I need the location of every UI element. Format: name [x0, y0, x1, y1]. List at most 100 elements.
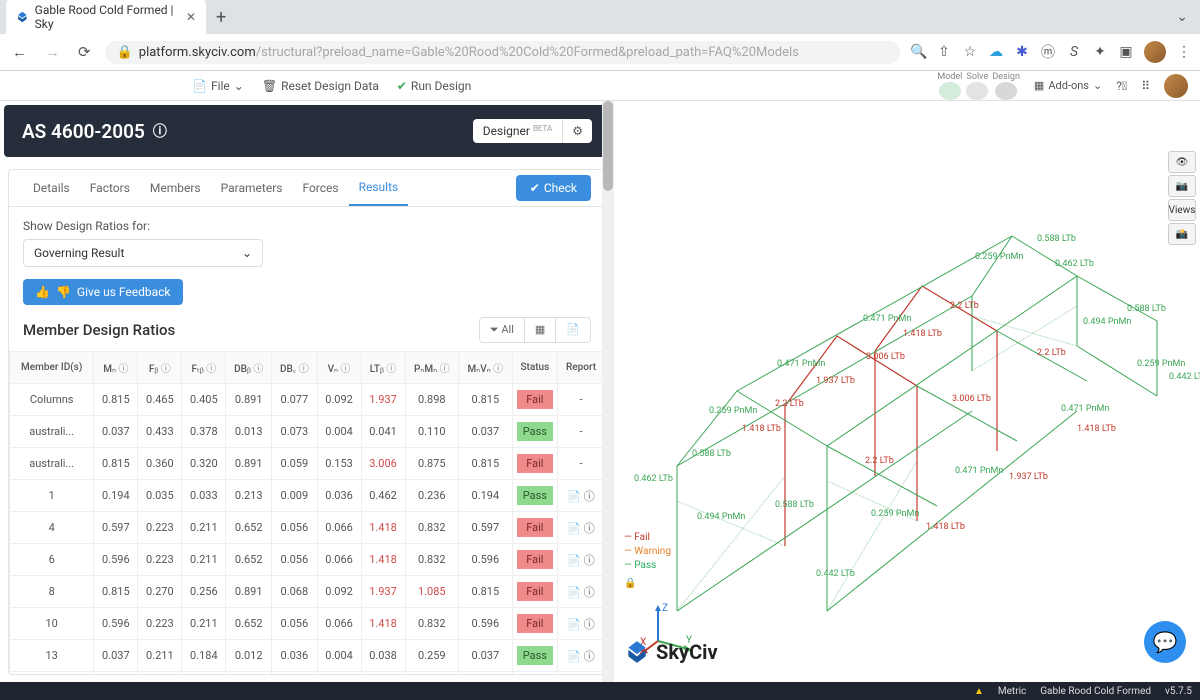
col-header[interactable]: Report [558, 352, 605, 384]
col-header[interactable]: DB꜀ ⓘ [272, 352, 317, 384]
member-ratio-label: 0.494 PnMn [1083, 317, 1131, 327]
tab-forces[interactable]: Forces [292, 171, 348, 205]
filter-all-button[interactable]: ⏷ All [479, 317, 525, 343]
col-header[interactable]: Fᵦ ⓘ [138, 352, 182, 384]
panel-icon[interactable]: ▣ [1118, 44, 1134, 60]
table-row[interactable]: 100.5960.2230.2110.6520.0560.0661.4180.8… [10, 608, 605, 640]
chevron-down-icon[interactable]: ⌄ [1176, 9, 1194, 25]
grid-view-button[interactable]: ▦ [525, 317, 556, 343]
mode-pill-design[interactable] [995, 82, 1017, 100]
mode-pill-solve[interactable] [966, 82, 988, 100]
user-avatar[interactable] [1164, 74, 1188, 98]
report-info-icon[interactable]: ⓘ [584, 490, 595, 503]
report-doc-icon[interactable]: 📄 [567, 522, 581, 535]
lock-icon[interactable]: 🔒 [624, 577, 671, 591]
col-header[interactable]: Vₙ ⓘ [317, 352, 361, 384]
file-menu[interactable]: 📄File ⌄ [192, 79, 244, 93]
designer-toggle[interactable]: Designer BETA [473, 119, 562, 143]
report-doc-icon[interactable]: 📄 [567, 554, 581, 567]
member-ratio-label: 2.2 LTb [775, 399, 804, 409]
url-input[interactable]: 🔒 platform.skyciv.com/structural?preload… [105, 41, 900, 64]
tab-factors[interactable]: Factors [80, 171, 140, 205]
col-header[interactable]: DBᵦ ⓘ [226, 352, 272, 384]
report-info-icon[interactable]: ⓘ [584, 650, 595, 663]
member-ratio-label: 3.006 LTb [866, 352, 905, 362]
table-row[interactable]: 80.8150.2700.2560.8910.0680.0921.9371.08… [10, 576, 605, 608]
browser-tab[interactable]: Gable Rood Cold Formed | Sky ✕ [6, 0, 206, 37]
member-ratio-label: 0.588 LTb [1127, 304, 1166, 314]
new-tab-button[interactable]: + [206, 7, 236, 28]
visibility-tool[interactable]: 👁 [1168, 151, 1196, 173]
mode-pill-model[interactable] [939, 82, 961, 100]
mode-switcher[interactable]: Model Solve Design [937, 72, 1020, 100]
results-table-wrap[interactable]: Member ID(s)Mₙ ⓘFᵦ ⓘFₜᵦ ⓘDBᵦ ⓘDB꜀ ⓘVₙ ⓘL… [9, 351, 605, 674]
col-header[interactable]: MₙVₙ ⓘ [459, 352, 513, 384]
ext-icon[interactable]: ☁ [988, 44, 1004, 60]
info-icon[interactable]: ⓘ [153, 121, 167, 141]
check-button[interactable]: ✔Check [516, 175, 591, 201]
status-badge: Fail [517, 550, 553, 569]
member-ratio-label: 0.494 PnMn [697, 512, 745, 522]
chat-button[interactable]: 💬 [1144, 621, 1186, 663]
report-info-icon[interactable]: ⓘ [584, 586, 595, 599]
report-info-icon[interactable]: ⓘ [584, 618, 595, 631]
table-row[interactable]: 60.5960.2230.2110.6520.0560.0661.4180.83… [10, 544, 605, 576]
table-row[interactable]: australi...0.0370.4330.3780.0130.0730.00… [10, 416, 605, 448]
menu-icon[interactable]: ⋮ [1176, 44, 1192, 60]
scrollbar[interactable] [602, 101, 614, 683]
profile-avatar[interactable] [1144, 41, 1166, 63]
viewer-pane[interactable]: 👁 📷 Views 📸 [614, 101, 1200, 683]
col-header[interactable]: PₙMₙ ⓘ [405, 352, 459, 384]
report-doc-icon[interactable]: 📄 [567, 650, 581, 663]
apps-grid-icon[interactable]: ⠿ [1141, 79, 1150, 93]
help-icon[interactable]: ?⃝ [1116, 79, 1127, 93]
addons-menu[interactable]: ▦ Add-ons ⌄ [1034, 79, 1102, 92]
table-row[interactable]: Columns0.8150.4650.4050.8910.0770.0921.9… [10, 384, 605, 416]
report-doc-icon[interactable]: 📄 [567, 586, 581, 599]
tab-parameters[interactable]: Parameters [211, 171, 293, 205]
tab-details[interactable]: Details [23, 171, 80, 205]
run-design-button[interactable]: ✔Run Design [397, 79, 471, 93]
export-button[interactable]: 📄 [556, 317, 591, 343]
reset-button[interactable]: 🗑Reset Design Data [262, 79, 379, 93]
report-doc-icon[interactable]: 📄 [567, 490, 581, 503]
search-icon[interactable]: 🔍 [910, 44, 926, 60]
ratio-filter-select[interactable]: Governing Result ⌄ [23, 239, 263, 267]
camera-tool[interactable]: 📷 [1168, 175, 1196, 197]
ext-icon[interactable]: ✱ [1014, 44, 1030, 60]
extensions-icon[interactable]: ✦ [1092, 44, 1108, 60]
table-row[interactable]: 140.8150.2700.2560.8910.0680.0921.9371.0… [10, 672, 605, 675]
report-doc-icon[interactable]: 📄 [567, 618, 581, 631]
reload-button[interactable]: ⟳ [74, 41, 95, 63]
tab-results[interactable]: Results [349, 170, 409, 206]
close-tab-icon[interactable]: ✕ [186, 10, 196, 24]
warning-icon[interactable]: ▲ [974, 686, 984, 697]
member-ratio-label: 0.588 LTb [692, 449, 731, 459]
col-header[interactable]: Fₜᵦ ⓘ [182, 352, 226, 384]
forward-button[interactable]: → [41, 41, 64, 63]
ext-icon[interactable]: ⓜ [1040, 42, 1056, 62]
table-row[interactable]: 40.5970.2230.2110.6520.0560.0661.4180.83… [10, 512, 605, 544]
col-header[interactable]: Status [512, 352, 557, 384]
star-icon[interactable]: ☆ [962, 44, 978, 60]
tab-members[interactable]: Members [140, 171, 211, 205]
filter-label: Show Design Ratios for: [23, 219, 591, 233]
col-header[interactable]: LTᵦ ⓘ [361, 352, 405, 384]
report-info-icon[interactable]: ⓘ [584, 522, 595, 535]
brand-logo: SkyCiv [624, 639, 718, 665]
settings-button[interactable]: ⚙ [562, 119, 592, 143]
col-header[interactable]: Member ID(s) [10, 352, 94, 384]
ext-icon[interactable]: S [1066, 44, 1082, 60]
legend-warn: — Warning [624, 545, 671, 559]
col-header[interactable]: Mₙ ⓘ [94, 352, 138, 384]
member-ratio-label: 2.2 LTb [1037, 348, 1066, 358]
structure-3d-view[interactable]: 0.588 LTb0.259 PnMn0.462 LTb2.2 LTb0.588… [614, 211, 1200, 661]
table-row[interactable]: 130.0370.2110.1840.0120.0360.0040.0380.2… [10, 640, 605, 672]
table-row[interactable]: australi...0.8150.3600.3200.8910.0590.15… [10, 448, 605, 480]
share-icon[interactable]: ⇧ [936, 44, 952, 60]
table-row[interactable]: 10.1940.0350.0330.2130.0090.0360.4620.23… [10, 480, 605, 512]
report-info-icon[interactable]: ⓘ [584, 554, 595, 567]
units-label[interactable]: Metric [998, 686, 1026, 697]
back-button[interactable]: ← [8, 41, 31, 63]
feedback-button[interactable]: 👍 👎 Give us Feedback [23, 279, 183, 305]
